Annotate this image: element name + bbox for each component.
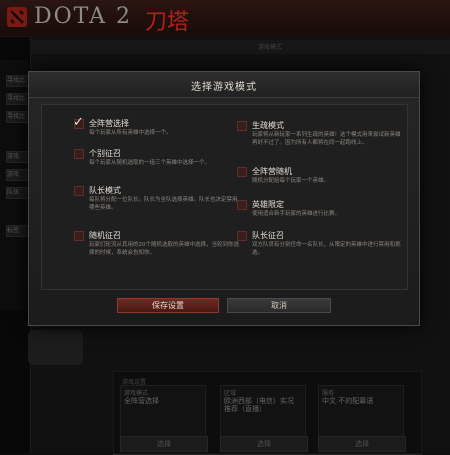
mode-name: 全阵营随机	[252, 167, 292, 176]
mode-name: 生疏模式	[252, 121, 284, 130]
mode-list: ✓ 全阵营选择 每个玩家从所有英雄中选择一个。 个别征召 每个玩家从随机选取的一…	[41, 104, 408, 290]
mode-name: 队长模式	[89, 186, 121, 195]
dialog-title: 选择游戏模式	[191, 82, 257, 93]
save-settings-button[interactable]: 保存设置	[117, 298, 219, 313]
mode-description: 玩家们轮流从其用的20个随机选取的英雄中选择，当轮到你选择的时候，系统会告知你。	[89, 242, 240, 256]
mode-name: 随机征召	[89, 231, 121, 240]
logo-chinese: 刀塔	[145, 10, 190, 35]
dialog-titlebar: 选择游戏模式	[29, 72, 419, 98]
mode-description: 双方队员有分别任命一名队长，从限定的英雄中进行禁用和挑选。	[252, 242, 401, 256]
checkmark-icon: ✓	[73, 115, 84, 130]
dota-logo-icon	[7, 7, 27, 27]
mode-description: 每个玩家从所有英雄中选择一个。	[89, 130, 172, 136]
mode-checkbox[interactable]: ✓	[73, 115, 84, 130]
mode-description: 每个玩家从随机选取的一组三个英雄中选择一个。	[89, 160, 211, 166]
mode-name: 个别征召	[89, 149, 121, 158]
mode-name: 队长征召	[252, 231, 284, 240]
mode-name: 全阵营选择	[89, 119, 129, 128]
mode-checkbox[interactable]	[74, 149, 84, 159]
app-header: DOTA 2 刀塔	[0, 0, 450, 37]
mode-description: 每队将分配一位队长。队长为全队选择英雄。队长也决定禁用哪些英雄。	[89, 197, 238, 211]
cancel-button[interactable]: 取消	[227, 298, 331, 313]
mode-description: 随机分配给每个玩家一个英雄。	[252, 178, 330, 184]
logo-text: DOTA 2	[34, 4, 133, 29]
mode-checkbox[interactable]	[237, 167, 247, 177]
mode-checkbox[interactable]	[237, 121, 247, 131]
mode-checkbox[interactable]	[74, 231, 84, 241]
mode-checkbox[interactable]	[237, 231, 247, 241]
mode-description: 使用适合新手玩家的英雄进行比赛。	[252, 211, 341, 217]
mode-checkbox[interactable]	[74, 186, 84, 196]
mode-description: 玩家将从新玩家一系列生疏的英雄！这个模式用来尝试新英雄再好不过了。因为所有人都将…	[252, 132, 401, 146]
game-mode-dialog: 选择游戏模式 ✓ 全阵营选择 每个玩家从所有英雄中选择一个。 个别征召 每个玩家…	[28, 71, 420, 326]
mode-checkbox[interactable]	[237, 200, 247, 210]
mode-name: 英雄限定	[252, 200, 284, 209]
